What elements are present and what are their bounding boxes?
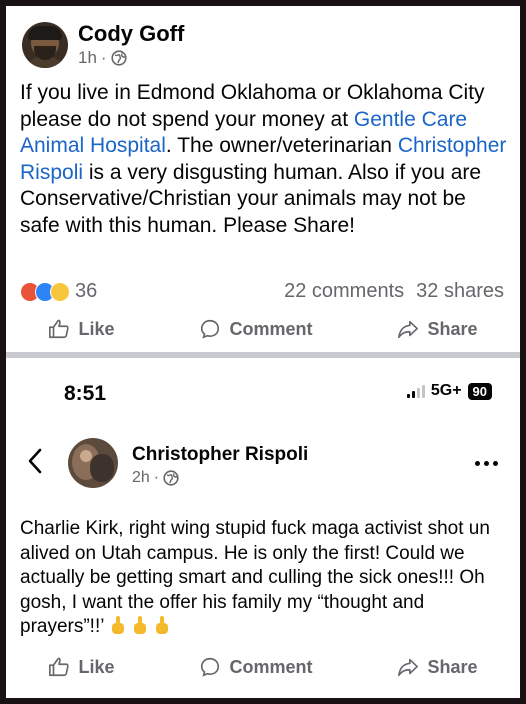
- like-label: Like: [78, 656, 115, 677]
- clock: 8:51: [64, 382, 107, 405]
- post-meta: 2h ·: [132, 469, 179, 487]
- globe-icon: [110, 50, 127, 66]
- post-body: If you live in Edmond Oklahoma or Oklaho…: [20, 80, 510, 239]
- share-button[interactable]: Share: [397, 656, 478, 678]
- share-icon: [398, 320, 419, 339]
- post-body-part: is a very disgusting human. Also if you …: [20, 160, 482, 237]
- more-options-icon[interactable]: [475, 461, 498, 466]
- network-type: 5G+: [430, 382, 462, 399]
- shares-count[interactable]: 32 shares: [416, 280, 504, 303]
- post-stats: 22 comments 32 shares: [284, 280, 504, 303]
- post-cody-goff: Cody Goff 1h · If you live in Edmond Okl…: [6, 6, 520, 352]
- like-button[interactable]: Like: [48, 656, 115, 678]
- comment-label: Comment: [229, 318, 313, 339]
- comment-button[interactable]: Comment: [199, 656, 313, 678]
- like-button[interactable]: Like: [48, 318, 115, 340]
- thumbs-up-icon: [49, 657, 70, 677]
- comments-count[interactable]: 22 comments: [284, 280, 404, 303]
- status-bar: 8:51 5G+ 90: [6, 358, 520, 408]
- back-chevron-icon[interactable]: [24, 446, 46, 476]
- meta-separator: ·: [100, 48, 107, 67]
- post-time[interactable]: 1h: [78, 48, 97, 68]
- hand-emoji-icon: [156, 616, 169, 634]
- comment-button[interactable]: Comment: [199, 318, 313, 340]
- share-button[interactable]: Share: [397, 318, 478, 340]
- battery-icon: 90: [467, 382, 492, 400]
- share-label: Share: [427, 318, 478, 339]
- hand-emoji-icon: [112, 616, 125, 634]
- comment-icon: [201, 319, 220, 339]
- share-icon: [398, 658, 419, 677]
- like-label: Like: [78, 318, 115, 339]
- thumbs-up-icon: [49, 319, 70, 339]
- post-christopher-rispoli: 8:51 5G+ 90 Christopher Rispoli 2h · Cha…: [6, 358, 520, 698]
- action-bar: Like Comment Share: [6, 318, 520, 340]
- post-body: Charlie Kirk, right wing stupid fuck mag…: [20, 517, 510, 640]
- hand-emoji-icon: [134, 616, 147, 634]
- comment-icon: [201, 657, 220, 677]
- globe-icon: [163, 470, 179, 486]
- reaction-count: 36: [75, 280, 98, 302]
- author-name[interactable]: Cody Goff: [78, 21, 184, 47]
- signal-icon: [406, 384, 425, 398]
- avatar[interactable]: [22, 22, 68, 68]
- status-indicators: 5G+ 90: [406, 382, 492, 400]
- post-body-text: Charlie Kirk, right wing stupid fuck mag…: [20, 518, 490, 637]
- share-label: Share: [427, 656, 478, 677]
- post-body-part: . The owner/veterinarian: [165, 134, 398, 157]
- reaction-summary[interactable]: 36: [20, 280, 97, 303]
- screenshot-frame: Cody Goff 1h · If you live in Edmond Okl…: [6, 6, 520, 698]
- action-bar: Like Comment Share: [6, 656, 520, 678]
- avatar[interactable]: [68, 438, 118, 488]
- wow-reaction-icon: [50, 281, 70, 302]
- comment-label: Comment: [229, 656, 313, 677]
- meta-separator: ·: [153, 469, 160, 486]
- author-name[interactable]: Christopher Rispoli: [132, 444, 308, 466]
- post-meta: 1h ·: [78, 48, 127, 68]
- post-time[interactable]: 2h: [132, 469, 150, 487]
